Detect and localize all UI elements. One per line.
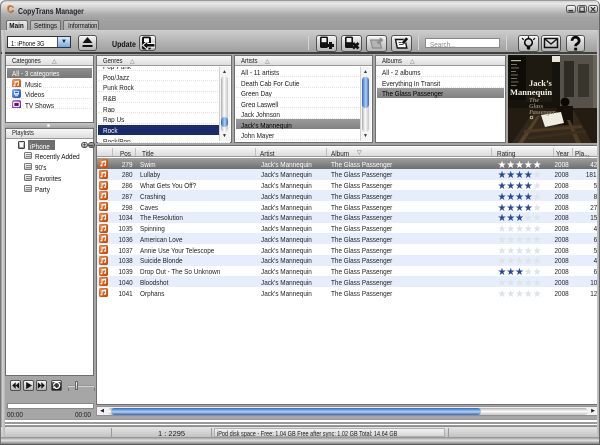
svg-text:Passenger: Passenger [529,109,556,116]
svg-text:Mannequin: Mannequin [510,87,552,97]
